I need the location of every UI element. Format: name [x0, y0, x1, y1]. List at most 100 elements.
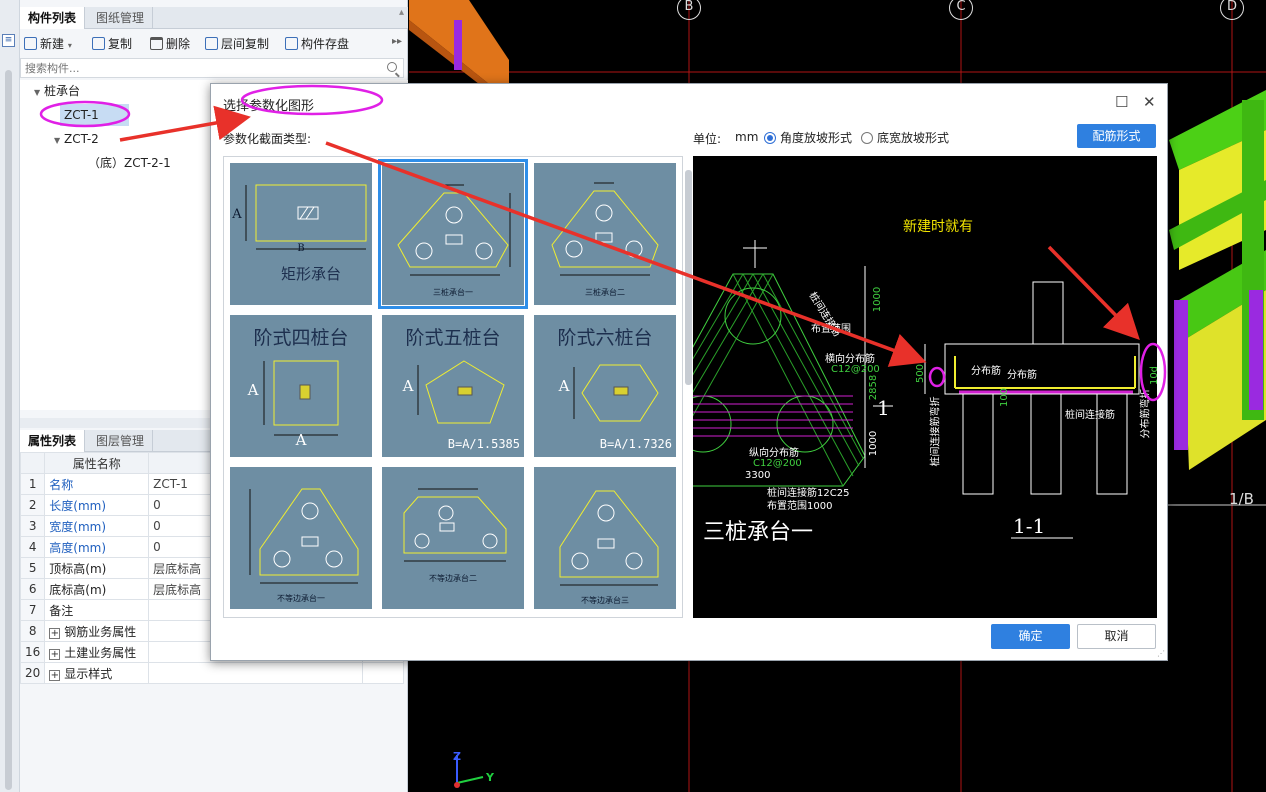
thumb-unequal-cap-1[interactable]: 不等边承台一 — [230, 467, 372, 609]
toolbar-overflow-icon[interactable]: ▸▸ — [392, 36, 402, 47]
thumb-caption: 不等边承台二 — [429, 574, 477, 583]
new-icon — [24, 37, 37, 50]
thumb-unequal-cap-3[interactable]: 不等边承台三 — [534, 467, 676, 609]
radio-angle-slope[interactable]: 角度放坡形式 — [764, 129, 852, 146]
rebar-form-button[interactable]: 配筋形式 — [1077, 124, 1156, 148]
dim-1000a-label: 1000 — [872, 286, 884, 313]
thumb-caption: 三桩承台二 — [585, 288, 625, 297]
caret-down-icon[interactable]: ▼ — [34, 82, 44, 104]
property-name: 土建业务属性 — [64, 645, 137, 660]
formula-label: B=A/1.5385 — [447, 437, 520, 451]
tree-node-zct-2-1[interactable]: （底）ZCT-2-1 — [88, 152, 171, 174]
row-index: 1 — [19, 473, 46, 495]
dim-500-label: 500 — [915, 363, 927, 384]
caret-down-icon[interactable]: ▼ — [54, 130, 64, 152]
three-pile-shape-drawing — [397, 184, 511, 276]
dialog-title: 选择参数化图形 — [223, 99, 315, 114]
floor-copy-button[interactable]: 层间复制 — [205, 34, 269, 54]
side-right-spec-label: 10d — [1149, 365, 1157, 386]
trash-icon — [150, 37, 163, 50]
three-pile-shape-drawing — [551, 182, 659, 276]
cancel-button[interactable]: 取消 — [1077, 624, 1156, 649]
left-dock-strip: ≡ — [0, 0, 20, 792]
component-search — [20, 58, 404, 78]
radio-selected-icon[interactable] — [764, 132, 776, 144]
section-title: 1-1 — [1013, 514, 1046, 538]
close-icon[interactable]: ✕ — [1143, 93, 1156, 111]
expand-plus-icon[interactable]: + — [49, 627, 61, 639]
axis-triad-y: Y — [486, 771, 494, 784]
thumb-stepped-four-pile[interactable]: 阶式四桩台 A A — [230, 315, 372, 457]
ok-button[interactable]: 确定 — [991, 624, 1070, 649]
shape-preview: 新建时就有 三桩承台一 1 1-1 桩间连接筋 布置范围 横向分布筋 C12@2… — [693, 156, 1157, 618]
thumb-unequal-cap-2[interactable]: 不等边承台二 — [382, 467, 524, 609]
dim-2858-label: 2858 — [868, 374, 880, 401]
property-name: 钢筋业务属性 — [64, 624, 137, 639]
tree-node-label: （底）ZCT-2-1 — [88, 156, 171, 170]
tree-node-zct-1[interactable]: ZCT-1 — [60, 104, 129, 126]
dim-3300-label: 3300 — [745, 470, 771, 481]
property-value — [148, 662, 363, 684]
component-tabbar: 构件列表 图纸管理 ▴ — [20, 7, 408, 29]
dim-a-label: A — [232, 207, 242, 222]
new-dropdown-icon[interactable]: ▾ — [68, 41, 72, 50]
tree-node-pile-cap[interactable]: ▼ 桩承台 — [34, 80, 80, 102]
row-index: 7 — [19, 599, 46, 621]
dock-scrollbar[interactable] — [5, 70, 12, 790]
dim-a-label: A — [295, 431, 307, 449]
property-name: 顶标高(m) — [44, 557, 150, 579]
radio-angle-label: 角度放坡形式 — [780, 131, 853, 145]
property-name: 宽度(mm) — [44, 515, 150, 537]
floor-copy-icon — [205, 37, 218, 50]
search-input[interactable] — [21, 59, 361, 77]
radio-width-slope[interactable]: 底宽放坡形式 — [861, 129, 949, 146]
row-index: 16 — [19, 641, 46, 663]
side-right-label: 分布筋弯折 — [1140, 388, 1152, 439]
new-label: 新建 — [40, 37, 65, 51]
select-parametric-shape-dialog: 选择参数化图形 ☐ ✕ 参数化截面类型: 单位: mm 角度放坡形式 底宽放坡形… — [210, 83, 1168, 661]
dist-rebar-a-label: 分布筋 — [971, 366, 1001, 377]
expand-plus-icon[interactable]: + — [49, 669, 61, 681]
new-button[interactable]: 新建 ▾ — [24, 34, 72, 54]
floor-copy-label: 层间复制 — [221, 37, 270, 51]
save-icon — [285, 37, 298, 50]
panel-scroll-up-icon[interactable]: ▴ — [399, 7, 404, 18]
property-name: 显示样式 — [64, 666, 113, 681]
property-extra — [361, 662, 405, 684]
unequal-shape-drawing — [559, 490, 659, 586]
tree-node-label: ZCT-1 — [64, 108, 99, 122]
tab-component-list[interactable]: 构件列表 — [20, 7, 86, 29]
row-index: 5 — [19, 557, 46, 579]
layout-spec-label: 布置范围1000 — [767, 501, 833, 512]
tab-property-list[interactable]: 属性列表 — [20, 430, 86, 452]
plan-title: 三桩承台一 — [703, 520, 814, 545]
shape-gallery: A B 矩形承台 三桩承台一 三桩承台二 阶式四桩台 A A 阶式五桩台 A B… — [223, 156, 683, 618]
thumb-rectangular-cap[interactable]: A B 矩形承台 — [230, 163, 372, 305]
dock-toggle-icon[interactable]: ≡ — [2, 34, 15, 47]
thumb-three-pile-cap-1[interactable]: 三桩承台一 — [378, 159, 528, 309]
gallery-scrollbar[interactable] — [685, 170, 692, 385]
thumb-stepped-six-pile[interactable]: 阶式六桩台 A B=A/1.7326 — [534, 315, 676, 457]
thumb-caption: 不等边承台三 — [581, 596, 629, 605]
dim-a-label: A — [558, 377, 570, 395]
property-name: 备注 — [44, 599, 150, 621]
tree-node-zct-2[interactable]: ▼ ZCT-2 — [54, 128, 99, 150]
unequal-shape-drawing — [403, 488, 507, 562]
copy-label: 复制 — [108, 37, 133, 51]
save-component-button[interactable]: 构件存盘 — [285, 34, 349, 54]
transverse-rebar-label: 横向分布筋 — [825, 354, 875, 365]
delete-button[interactable]: 删除 — [150, 34, 190, 54]
resize-grip-icon[interactable]: ⋰ — [1157, 649, 1165, 658]
thumb-three-pile-cap-2[interactable]: 三桩承台二 — [534, 163, 676, 305]
unequal-shape-drawing — [249, 488, 359, 584]
maximize-icon[interactable]: ☐ — [1115, 93, 1128, 111]
radio-unselected-icon[interactable] — [861, 132, 873, 144]
copy-button[interactable]: 复制 — [92, 34, 132, 54]
tab-layer-management[interactable]: 图层管理 — [88, 430, 154, 452]
thumb-stepped-five-pile[interactable]: 阶式五桩台 A B=A/1.5385 — [382, 315, 524, 457]
save-component-label: 构件存盘 — [301, 37, 350, 51]
expand-plus-icon[interactable]: + — [49, 648, 61, 660]
table-row[interactable]: 20 + 显示样式 — [19, 662, 405, 684]
tab-drawing-management[interactable]: 图纸管理 — [88, 7, 154, 29]
search-icon[interactable] — [387, 62, 397, 72]
